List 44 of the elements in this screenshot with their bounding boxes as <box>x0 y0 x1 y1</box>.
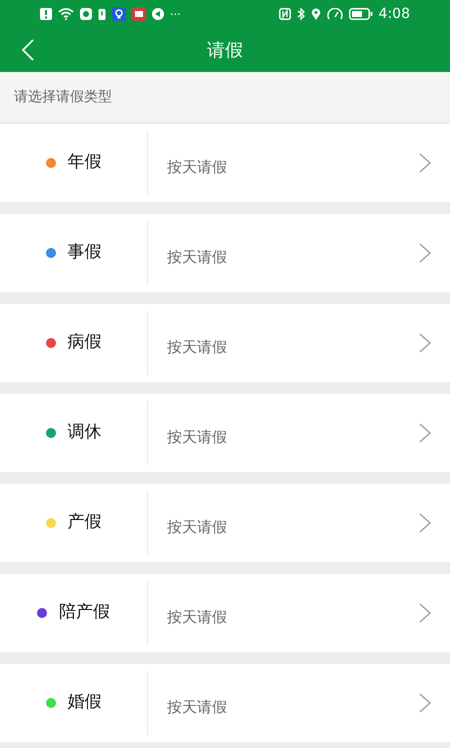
chevron-right-icon <box>419 513 431 533</box>
book-icon <box>132 7 146 21</box>
leave-mode-text: 按天请假 <box>167 156 228 178</box>
leave-type-item[interactable]: 调休 按天请假 <box>0 394 450 472</box>
app-icon <box>80 8 92 20</box>
leave-mode-text: 按天请假 <box>167 516 228 538</box>
chevron-right-icon <box>419 693 431 713</box>
leave-mode-text: 按天请假 <box>167 426 228 448</box>
leave-type-name: 病假 <box>68 331 102 354</box>
section-label: 请选择请假类型 <box>14 88 112 106</box>
leave-type-item[interactable]: 陪产假 按天请假 <box>0 574 450 652</box>
more-notifications: ··· <box>170 8 180 20</box>
leave-type-item[interactable]: 病假 按天请假 <box>0 304 450 382</box>
leave-type-item[interactable]: 年假 按天请假 <box>0 124 450 202</box>
chevron-right-icon <box>419 243 431 263</box>
leave-type-item[interactable]: 婚假 按天请假 <box>0 664 450 742</box>
chevron-right-icon <box>419 153 431 173</box>
bluetooth-icon <box>296 8 305 20</box>
page-title: 请假 <box>207 38 243 62</box>
battery-icon <box>348 8 373 20</box>
chevron-right-icon <box>419 423 431 443</box>
leave-type-name: 陪产假 <box>59 601 110 624</box>
app-icon <box>152 8 164 20</box>
leave-mode-text: 按天请假 <box>167 606 228 628</box>
leave-type-name: 产假 <box>68 511 102 534</box>
chevron-right-icon <box>419 603 431 623</box>
speed-icon <box>326 8 343 20</box>
leave-mode-text: 按天请假 <box>167 336 228 358</box>
wifi-icon <box>58 8 74 20</box>
leave-mode-text: 按天请假 <box>167 696 228 718</box>
location-icon <box>310 8 321 20</box>
chevron-right-icon <box>419 333 431 353</box>
nfc-icon <box>278 8 291 20</box>
leave-mode-text: 按天请假 <box>167 246 228 268</box>
leave-type-name: 事假 <box>68 241 102 264</box>
notification-icon <box>40 8 52 20</box>
status-time: 4:08 <box>378 4 410 24</box>
leave-type-item[interactable]: 事假 按天请假 <box>0 214 450 292</box>
leave-type-item[interactable]: 产假 按天请假 <box>0 484 450 562</box>
leave-type-name: 调休 <box>68 421 102 444</box>
bulb-icon <box>112 7 126 21</box>
battery-alert-icon <box>98 8 106 20</box>
leave-type-name: 婚假 <box>68 691 102 714</box>
leave-type-name: 年假 <box>68 151 102 174</box>
